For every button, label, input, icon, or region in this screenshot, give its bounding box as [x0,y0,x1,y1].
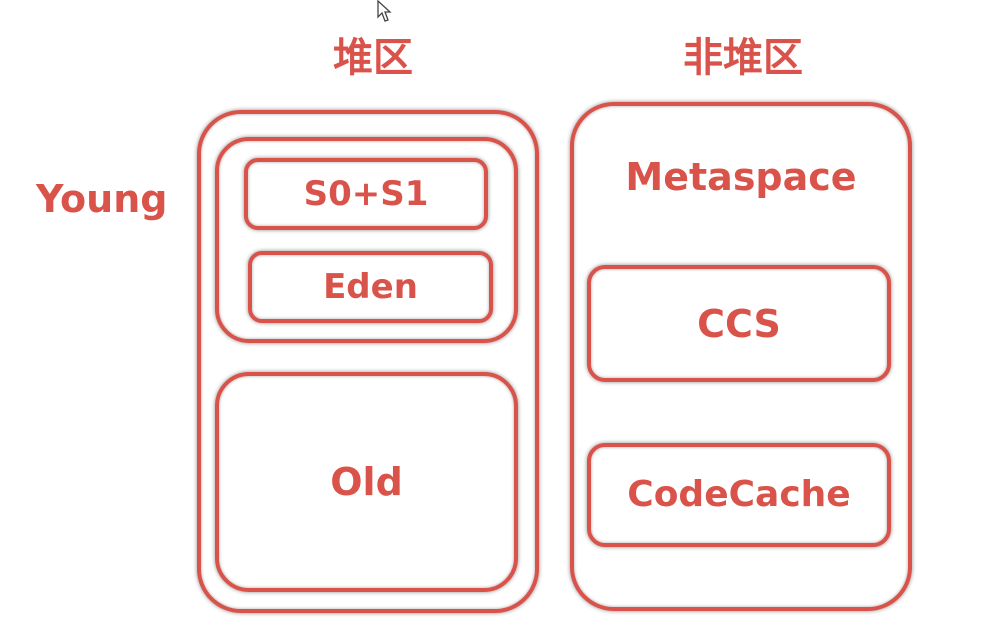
young-label: Young [36,177,168,221]
ccs-space: CCS [587,265,891,382]
nonheap-title: 非堆区 [683,35,803,81]
codecache-space: CodeCache [587,443,891,547]
ccs-label: CCS [697,301,781,346]
eden-label: Eden [323,267,418,307]
survivor-label: S0+S1 [303,174,429,214]
old-label: Old [330,460,403,504]
old-generation: Old [215,372,518,592]
metaspace-label: Metaspace [625,155,857,199]
mouse-cursor-icon [377,0,392,22]
codecache-label: CodeCache [627,474,851,515]
eden-space: Eden [248,251,493,323]
heap-title: 堆区 [333,35,413,81]
survivor-space: S0+S1 [244,158,488,230]
